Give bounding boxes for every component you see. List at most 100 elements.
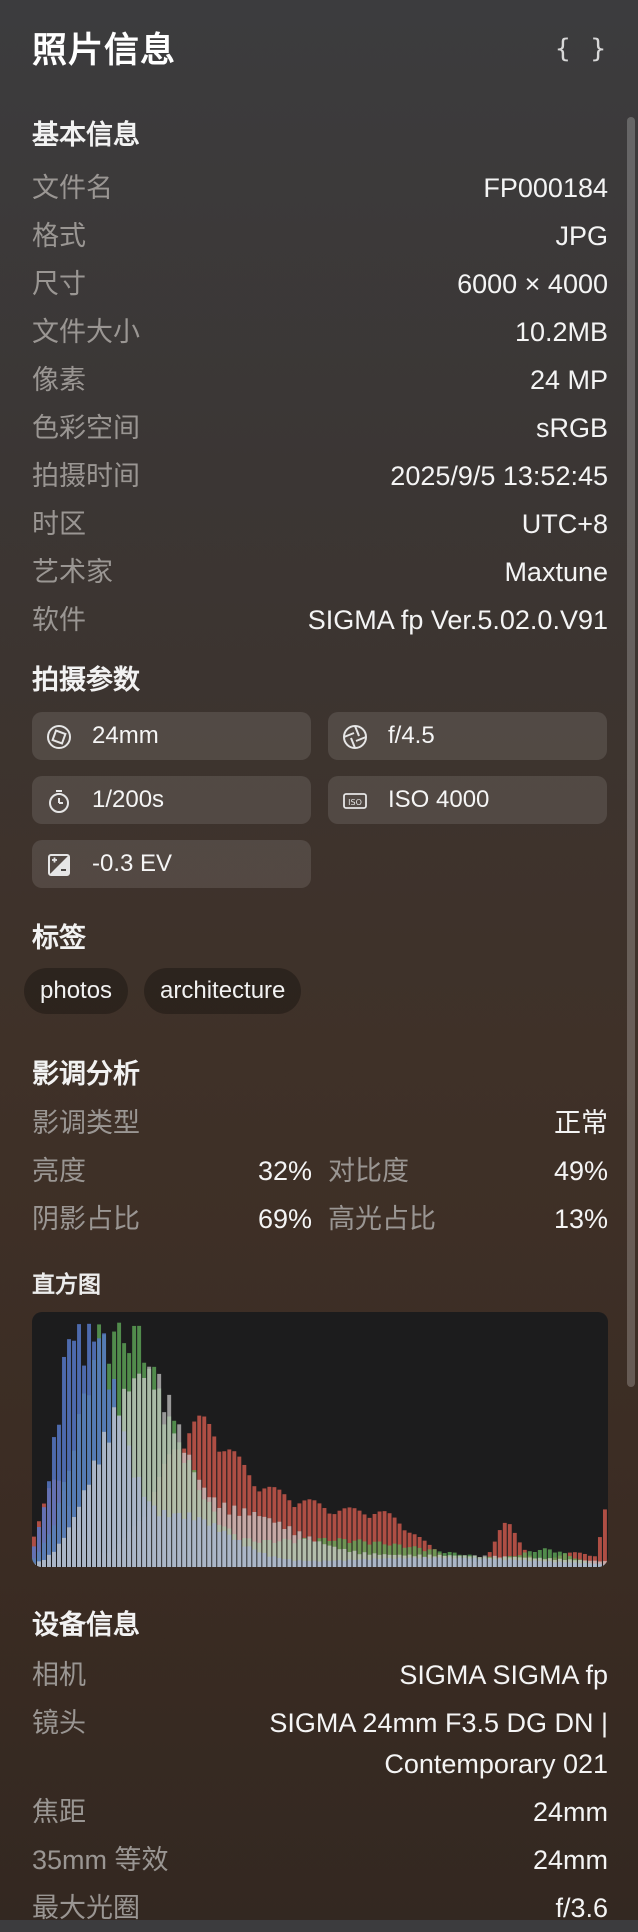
json-view-button[interactable]: { } xyxy=(555,34,608,64)
basic-info-key: 格式 xyxy=(32,221,86,251)
luminance-bar xyxy=(117,1415,122,1567)
luminance-bar xyxy=(197,1479,202,1567)
luminance-bar xyxy=(187,1454,192,1567)
luminance-bar xyxy=(262,1516,267,1567)
basic-info-value: sRGB xyxy=(535,413,608,443)
luminance-bar xyxy=(502,1556,507,1567)
luminance-bar xyxy=(47,1554,51,1567)
luminance-bar xyxy=(282,1528,287,1567)
luminance-bar xyxy=(562,1559,567,1567)
luminance-bar xyxy=(237,1515,242,1567)
basic-info-key: 像素 xyxy=(32,365,86,395)
luminance-bar xyxy=(452,1555,457,1567)
luminance-bar xyxy=(42,1559,46,1567)
luminance-bar xyxy=(302,1538,307,1567)
contrast-label: 对比度 xyxy=(328,1156,409,1186)
luminance-bar xyxy=(177,1424,182,1567)
luminance-bar xyxy=(372,1553,377,1567)
max-aperture-label: 最大光圈 xyxy=(32,1893,140,1923)
luminance-bar xyxy=(602,1561,607,1567)
luminance-bar xyxy=(157,1373,162,1567)
basic-info-key: 色彩空间 xyxy=(32,413,140,443)
luminance-bar xyxy=(97,1464,102,1567)
luminance-bar xyxy=(142,1377,147,1567)
luminance-bar xyxy=(517,1557,522,1567)
shadow-label: 阴影占比 xyxy=(32,1204,140,1234)
basic-info-value: JPG xyxy=(555,221,608,251)
shadow-row: 阴影占比 69% xyxy=(32,1195,312,1243)
basic-info-key: 软件 xyxy=(32,605,86,635)
basic-info-value: 10.2MB xyxy=(514,317,608,347)
luminance-bar xyxy=(172,1433,177,1567)
tag-architecture[interactable]: architecture xyxy=(144,968,302,1014)
luminance-bar xyxy=(77,1506,81,1567)
shutter-value: 1/200s xyxy=(92,786,165,813)
luminance-bar xyxy=(487,1557,492,1567)
shutter-timer-icon xyxy=(49,790,69,813)
histogram xyxy=(32,1312,608,1567)
luminance-bar xyxy=(162,1412,167,1567)
luminance-bar xyxy=(137,1373,142,1567)
luminance-bar xyxy=(512,1556,517,1567)
luminance-bar xyxy=(212,1497,217,1567)
focal-label: 焦距 xyxy=(32,1797,86,1827)
luminance-bar xyxy=(207,1497,212,1567)
luminance-bar xyxy=(222,1502,227,1567)
luminance-bar xyxy=(87,1484,92,1567)
luminance-bar xyxy=(477,1557,482,1567)
luminance-bar xyxy=(432,1556,437,1567)
luminance-bar xyxy=(317,1541,322,1567)
basic-info-value: FP000184 xyxy=(483,173,608,203)
brightness-value: 32% xyxy=(257,1156,312,1186)
highlight-label: 高光占比 xyxy=(328,1204,436,1234)
blue-channel-bar xyxy=(42,1507,46,1567)
basic-info-row: 时区 UTC+8 xyxy=(32,500,608,548)
brightness-row: 亮度 32% xyxy=(32,1147,312,1195)
luminance-bar xyxy=(532,1558,537,1567)
basic-info-value: SIGMA fp Ver.5.02.0.V91 xyxy=(307,605,608,635)
camera-row: 相机 SIGMA SIGMA fp xyxy=(32,1651,608,1699)
luminance-bar xyxy=(297,1531,302,1567)
scrollbar[interactable] xyxy=(627,117,635,1387)
luminance-bar xyxy=(442,1555,447,1567)
luminance-bar xyxy=(577,1560,582,1567)
basic-info-value: 2025/9/5 13:52:45 xyxy=(390,461,608,491)
basic-info-key: 艺术家 xyxy=(32,557,113,587)
focal-length-icon xyxy=(47,725,71,749)
luminance-bar xyxy=(392,1554,397,1567)
aperture-chip: f/4.5 xyxy=(328,712,607,760)
basic-info-key: 时区 xyxy=(32,509,86,539)
luminance-bar xyxy=(557,1558,562,1567)
luminance-bar xyxy=(377,1554,382,1567)
basic-info-row: 格式 JPG xyxy=(32,212,608,260)
tag-photos[interactable]: photos xyxy=(24,968,129,1014)
tone-analysis-title: 影调分析 xyxy=(32,1059,140,1089)
blue-channel-bar xyxy=(62,1356,66,1567)
header: 照片信息 { } xyxy=(32,28,608,74)
histogram-title: 直方图 xyxy=(32,1271,101,1297)
luminance-bar xyxy=(102,1431,107,1567)
luminance-bar xyxy=(67,1527,71,1567)
basic-info-key: 文件名 xyxy=(32,173,113,203)
luminance-bar xyxy=(362,1552,367,1567)
luminance-bar xyxy=(72,1517,76,1567)
luminance-bar xyxy=(247,1515,252,1567)
eq35-row: 35mm 等效 24mm xyxy=(32,1836,608,1884)
exposure-chip: -0.3 EV xyxy=(32,840,311,888)
luminance-bar xyxy=(467,1556,472,1567)
exposure-icon xyxy=(48,854,70,876)
luminance-bar xyxy=(82,1490,86,1567)
luminance-bar xyxy=(252,1511,257,1567)
luminance-bar xyxy=(522,1557,527,1567)
luminance-bar xyxy=(112,1407,117,1567)
focal-value: 24mm xyxy=(532,1797,608,1827)
luminance-bar xyxy=(462,1555,467,1567)
luminance-bar xyxy=(322,1544,327,1567)
luminance-bar xyxy=(492,1555,497,1567)
focal-length-value: 24mm xyxy=(92,722,159,749)
luminance-bar xyxy=(292,1535,297,1567)
luminance-bar xyxy=(337,1549,342,1567)
contrast-value: 49% xyxy=(553,1156,608,1186)
tags-title: 标签 xyxy=(32,923,86,953)
luminance-bar xyxy=(37,1561,41,1567)
